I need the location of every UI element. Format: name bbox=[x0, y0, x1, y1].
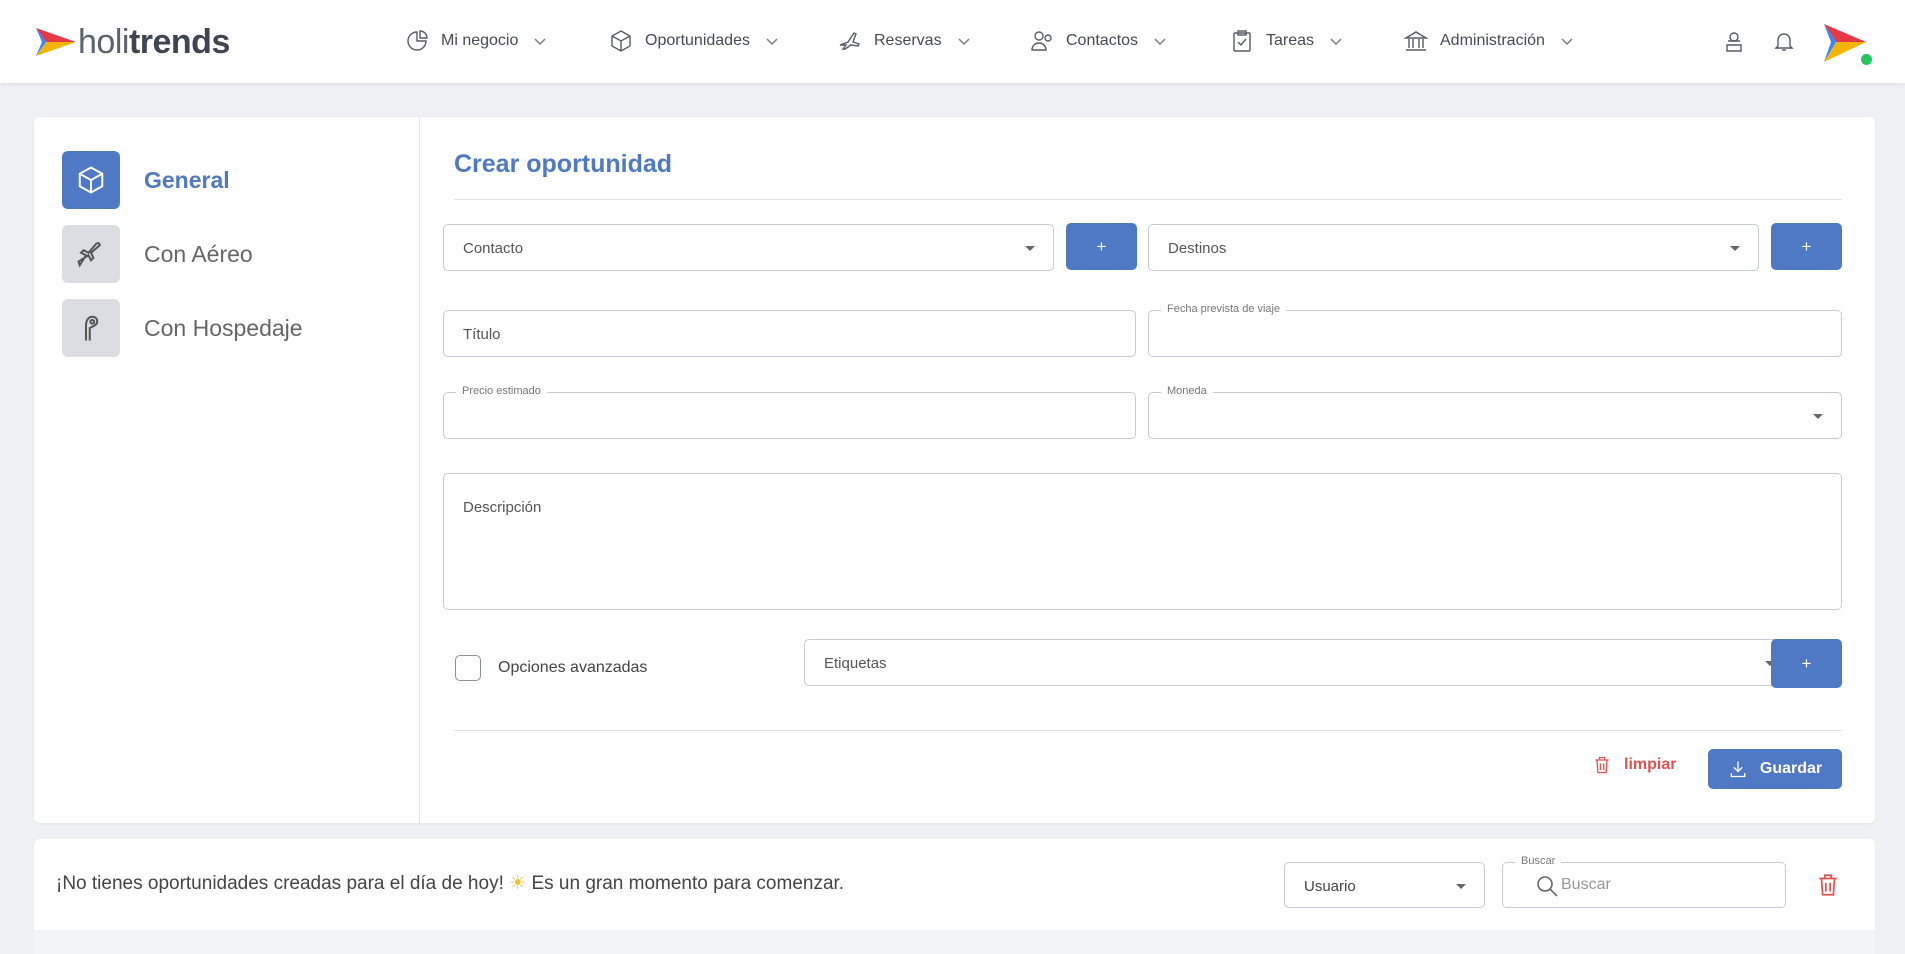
download-icon bbox=[1730, 761, 1746, 778]
opciones-avanzadas-label: Opciones avanzadas bbox=[498, 659, 648, 676]
nav-reservas[interactable]: Reservas bbox=[838, 26, 972, 56]
plane-icon bbox=[62, 225, 120, 283]
opportunities-list-bar: ¡No tienes oportunidades creadas para el… bbox=[34, 839, 1875, 934]
fecha-viaje-field[interactable]: Fecha prevista de viaje bbox=[1148, 303, 1842, 357]
opciones-avanzadas-checkbox[interactable] bbox=[455, 655, 481, 681]
create-opportunity-card: General Con Aéreo Con Hospedaje Crear op… bbox=[34, 117, 1875, 823]
clipboard-check-icon bbox=[1233, 30, 1251, 52]
caret-down-icon bbox=[1730, 246, 1740, 251]
contacto-placeholder: Contacto bbox=[463, 240, 524, 257]
sidebar-item-con-aereo[interactable]: Con Aéreo bbox=[62, 225, 253, 283]
nav-tareas[interactable]: Tareas bbox=[1230, 26, 1344, 56]
search-field[interactable]: Buscar bbox=[1502, 855, 1786, 908]
nav-administracion[interactable]: Administración bbox=[1404, 26, 1575, 56]
trash-icon[interactable] bbox=[1815, 872, 1841, 898]
brand-name: holitrends bbox=[78, 22, 230, 61]
add-contacto-button[interactable]: + bbox=[1066, 223, 1137, 270]
chevron-down-icon bbox=[534, 38, 546, 45]
sidebar-item-general[interactable]: General bbox=[62, 151, 230, 209]
nav-contactos[interactable]: Contactos bbox=[1030, 26, 1168, 56]
caret-down-icon bbox=[1025, 246, 1035, 251]
search-input[interactable] bbox=[1561, 873, 1771, 897]
precio-legend: Precio estimado bbox=[456, 385, 547, 397]
clear-button[interactable]: limpiar bbox=[1592, 750, 1676, 780]
caret-down-icon bbox=[1456, 884, 1466, 889]
save-label: Guardar bbox=[1759, 760, 1823, 777]
brand-logo[interactable]: holitrends bbox=[34, 20, 230, 64]
nav-label: Contactos bbox=[1066, 32, 1139, 49]
divider bbox=[454, 199, 1842, 200]
trash-icon bbox=[1595, 756, 1609, 774]
chevron-down-icon bbox=[1154, 38, 1166, 45]
nav-label: Oportunidades bbox=[645, 32, 750, 49]
destinos-select[interactable]: Destinos bbox=[1148, 224, 1759, 271]
bell-icon[interactable] bbox=[1770, 27, 1798, 55]
search-legend: Buscar bbox=[1515, 855, 1562, 867]
search-icon bbox=[1537, 876, 1558, 897]
moneda-select[interactable]: Moneda bbox=[1148, 385, 1842, 439]
add-destino-button[interactable]: + bbox=[1771, 223, 1842, 270]
etiquetas-placeholder: Etiquetas bbox=[824, 655, 887, 672]
chevron-down-icon bbox=[958, 38, 970, 45]
users-icon bbox=[1031, 31, 1052, 51]
sidebar-item-label: General bbox=[144, 166, 230, 193]
etiquetas-select[interactable]: Etiquetas bbox=[804, 639, 1794, 686]
fecha-legend: Fecha prevista de viaje bbox=[1161, 303, 1287, 315]
clear-label: limpiar bbox=[1624, 756, 1677, 773]
save-button[interactable]: Guardar bbox=[1708, 749, 1842, 789]
chevron-down-icon bbox=[1561, 38, 1573, 45]
sun-icon: ☀ bbox=[509, 873, 527, 894]
caret-down-icon bbox=[1813, 414, 1823, 419]
plane-icon bbox=[839, 32, 860, 50]
sidebar-item-label: Con Hospedaje bbox=[144, 314, 303, 341]
page-title: Crear oportunidad bbox=[454, 150, 673, 178]
door-hanger-icon bbox=[62, 299, 120, 357]
nav-mi-negocio[interactable]: Mi negocio bbox=[405, 26, 548, 56]
nav-label: Tareas bbox=[1266, 32, 1315, 49]
add-etiqueta-button[interactable]: + bbox=[1771, 639, 1842, 688]
titulo-placeholder: Título bbox=[463, 326, 501, 343]
top-navbar: holitrends Mi negocio Oportunidades Rese… bbox=[0, 0, 1905, 83]
nav-label: Mi negocio bbox=[441, 32, 519, 49]
precio-estimado-field[interactable]: Precio estimado bbox=[443, 385, 1136, 439]
cube-icon bbox=[62, 151, 120, 209]
divider bbox=[454, 730, 1842, 731]
bank-icon bbox=[1404, 31, 1428, 51]
destinos-placeholder: Destinos bbox=[1168, 240, 1227, 257]
empty-state-message: ¡No tienes oportunidades creadas para el… bbox=[56, 873, 845, 894]
descripcion-placeholder: Descripción bbox=[463, 499, 542, 516]
chevron-down-icon bbox=[766, 38, 778, 45]
nav-label: Administración bbox=[1440, 32, 1545, 49]
sidebar-item-label: Con Aéreo bbox=[144, 240, 253, 267]
chevron-down-icon bbox=[1330, 38, 1342, 45]
nav-oportunidades[interactable]: Oportunidades bbox=[609, 26, 780, 56]
online-status-dot bbox=[1861, 54, 1872, 65]
sidebar-item-con-hospedaje[interactable]: Con Hospedaje bbox=[62, 299, 303, 357]
opportunity-type-sidebar: General Con Aéreo Con Hospedaje bbox=[34, 117, 420, 823]
descripcion-textarea[interactable]: Descripción bbox=[443, 473, 1842, 610]
usuario-placeholder: Usuario bbox=[1304, 878, 1356, 895]
moneda-legend: Moneda bbox=[1161, 385, 1213, 397]
cube-icon bbox=[611, 30, 631, 52]
list-area bbox=[34, 930, 1875, 954]
pie-chart-icon bbox=[407, 30, 428, 51]
nav-label: Reservas bbox=[874, 32, 942, 49]
titulo-field[interactable]: Título bbox=[443, 310, 1136, 357]
contacto-select[interactable]: Contacto bbox=[443, 224, 1054, 271]
support-agent-icon[interactable] bbox=[1720, 27, 1748, 55]
usuario-filter-select[interactable]: Usuario bbox=[1284, 862, 1485, 908]
brand-arrow-icon bbox=[36, 28, 76, 56]
